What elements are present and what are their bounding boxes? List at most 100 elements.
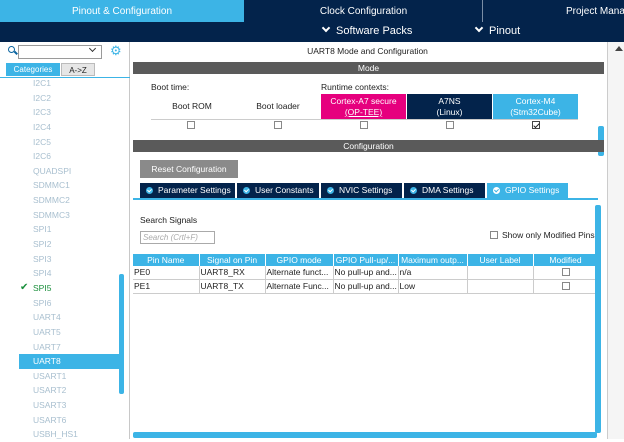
sidebar-item[interactable]: USART6 — [0, 413, 118, 428]
divider — [151, 119, 578, 120]
sidebar-item[interactable]: ✔ SPI5 — [0, 281, 118, 296]
context-a7-secure-name: Cortex-A7 secure — [330, 96, 397, 106]
boot-rom-header: Boot ROM — [172, 101, 212, 111]
sidebar-item[interactable]: SPI3 — [0, 252, 118, 267]
sub-toolbar: Software Packs Pinout — [0, 22, 624, 42]
boot-loader-header: Boot loader — [256, 101, 300, 111]
software-packs-menu[interactable]: Software Packs — [321, 23, 412, 37]
sidebar-item-label: USBH_HS1 — [33, 429, 78, 440]
chevron-down-icon — [321, 23, 331, 33]
sidebar-item-label: UART4 — [33, 312, 61, 323]
sidebar-item-label: I2C4 — [33, 121, 51, 132]
sidebar-item-label: QUADSPI — [33, 165, 72, 176]
show-modified-checkbox[interactable] — [490, 231, 498, 239]
sidebar-item[interactable]: UART7 — [0, 340, 118, 355]
sidebar-item[interactable]: I2C3 — [0, 105, 118, 120]
sidebar-item[interactable]: SPI6 — [0, 296, 118, 311]
sidebar-item[interactable]: I2C5 — [0, 135, 118, 150]
tab-project-manager[interactable]: Project Manager — [484, 0, 624, 22]
column-header[interactable]: GPIO mode — [265, 254, 334, 266]
modified-checkbox[interactable] — [562, 268, 570, 276]
table-cell: Low — [398, 279, 468, 294]
modified-checkbox[interactable] — [562, 282, 570, 290]
table-cell — [533, 279, 599, 294]
table-cell — [533, 266, 599, 280]
tab-parameter-settings[interactable]: Parameter Settings — [140, 183, 235, 198]
tab-label: DMA Settings — [422, 185, 474, 195]
sidebar-item-label: I2C1 — [33, 78, 51, 88]
tab-label: User Constants — [255, 185, 314, 195]
column-header[interactable]: Maximum outp... — [398, 254, 468, 266]
sidebar-item[interactable]: SDMMC3 — [0, 208, 118, 223]
context-a7-secure-checkbox[interactable] — [360, 121, 368, 129]
table-cell — [467, 266, 534, 280]
table-cell — [467, 279, 534, 294]
check-icon: ✔ — [20, 281, 29, 293]
collapse-arrow-icon[interactable] — [615, 46, 623, 51]
sidebar-item[interactable]: SPI4 — [0, 266, 118, 281]
column-header[interactable]: User Label — [467, 254, 534, 266]
context-m4-sub: (Stm32Cube) — [510, 107, 561, 117]
gear-icon[interactable]: ⚙ — [110, 44, 122, 58]
sidebar-item[interactable]: UART4 — [0, 310, 118, 325]
sidebar-item-label: SPI6 — [33, 297, 52, 308]
sidebar-item[interactable]: QUADSPI — [0, 164, 118, 179]
tab-pinout-configuration[interactable]: Pinout & Configuration — [0, 0, 244, 22]
sidebar-item-label: I2C5 — [33, 136, 51, 147]
sidebar-item[interactable]: USART3 — [0, 398, 118, 413]
boot-rom-checkbox[interactable] — [187, 121, 195, 129]
tab-label: Parameter Settings — [158, 185, 231, 195]
sidebar-item[interactable]: USART2 — [0, 383, 118, 398]
check-circle-icon — [243, 187, 250, 194]
tab-user-constants[interactable]: User Constants — [237, 183, 319, 198]
panel-title: UART8 Mode and Configuration — [307, 46, 428, 56]
sidebar-item[interactable]: SPI1 — [0, 222, 118, 237]
tab-nvic-settings[interactable]: NVIC Settings — [321, 183, 402, 198]
sidebar-item[interactable]: SPI2 — [0, 237, 118, 252]
context-m4-checkbox[interactable] — [532, 121, 540, 129]
divider — [133, 198, 598, 200]
check-circle-icon — [146, 187, 153, 194]
top-tab-bar: Pinout & Configuration Clock Configurati… — [0, 0, 624, 22]
tab-clock-configuration[interactable]: Clock Configuration — [245, 0, 483, 22]
sidebar-item-label: USART1 — [33, 370, 67, 381]
table-cell: UART8_RX — [199, 266, 266, 280]
peripheral-list-scrollbar[interactable] — [119, 274, 124, 394]
column-header[interactable]: Signal on Pin — [199, 254, 266, 266]
context-m4-header: Cortex-M4 (Stm32Cube) — [493, 94, 578, 119]
sidebar-item[interactable]: USART1 — [0, 369, 118, 384]
sidebar-item[interactable]: I2C4 — [0, 120, 118, 135]
reset-configuration-button[interactable]: Reset Configuration — [140, 160, 238, 178]
sidebar-item[interactable]: SDMMC2 — [0, 193, 118, 208]
sidebar-item-label: SPI3 — [33, 253, 52, 264]
context-a7ns-sub: (Linux) — [436, 107, 463, 117]
tab-categories[interactable]: Categories — [6, 63, 60, 76]
table-cell: PE0 — [133, 266, 200, 280]
mode-section-header: Mode — [133, 62, 604, 74]
horizontal-scrollbar[interactable] — [133, 432, 597, 438]
column-header[interactable]: Modified — [533, 254, 599, 266]
sidebar-item-label: SDMMC3 — [33, 209, 70, 220]
table-row[interactable]: PE0 UART8_RX Alternate funct... No pull-up … — [133, 266, 599, 280]
runtime-contexts-label: Runtime contexts: — [321, 82, 390, 92]
context-a7ns-checkbox[interactable] — [446, 121, 454, 129]
table-row[interactable]: PE1 UART8_TX Alternate Func... No pull-up a… — [133, 279, 599, 294]
sidebar-item[interactable]: I2C2 — [0, 91, 118, 106]
sidebar-item[interactable]: I2C1 — [0, 76, 118, 91]
column-header[interactable]: Pin Name — [133, 254, 200, 266]
config-scrollbar[interactable] — [595, 205, 601, 433]
tab-gpio-settings[interactable]: GPIO Settings — [487, 183, 568, 198]
tab-dma-settings[interactable]: DMA Settings — [404, 183, 485, 198]
sidebar-item[interactable]: UART8 — [19, 354, 124, 369]
search-signals-input[interactable]: Search (Crtl+F) — [140, 231, 215, 244]
pinout-menu[interactable]: Pinout — [474, 23, 520, 37]
sidebar-item[interactable]: I2C6 — [0, 149, 118, 164]
table-cell: No pull-up and... — [333, 279, 399, 294]
sidebar-item[interactable]: USBH_HS1 — [0, 427, 118, 442]
sidebar-item[interactable]: UART5 — [0, 325, 118, 340]
tab-a-z[interactable]: A->Z — [61, 63, 95, 76]
boot-loader-checkbox[interactable] — [274, 121, 282, 129]
sidebar-item-label: SPI1 — [33, 224, 52, 235]
sidebar-item[interactable]: SDMMC1 — [0, 178, 118, 193]
column-header[interactable]: GPIO Pull-up/... — [333, 254, 399, 266]
